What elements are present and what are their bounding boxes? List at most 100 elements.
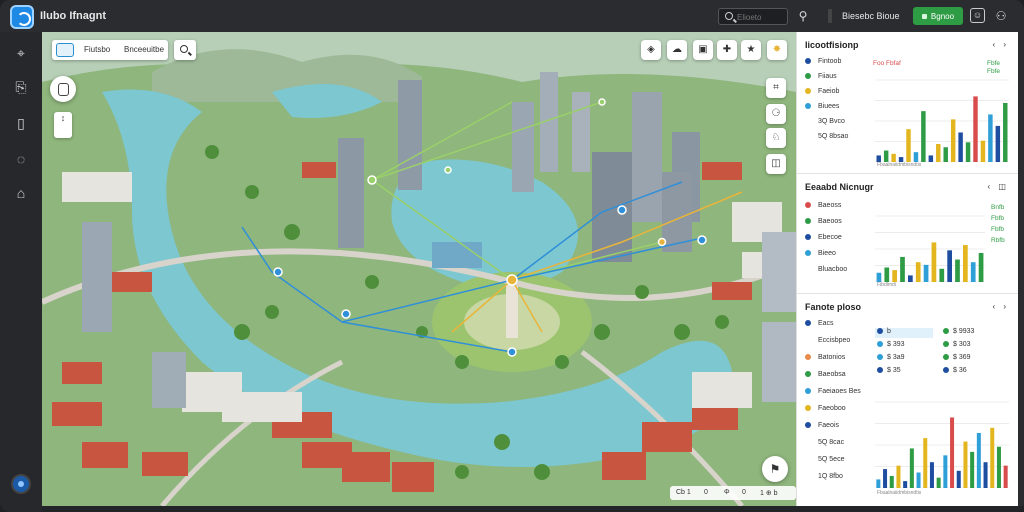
layers-icon[interactable]: ⌖ [12,44,30,62]
locate-button[interactable] [50,76,76,102]
section-3-controls[interactable]: ‹ › [992,302,1009,311]
bar[interactable] [909,448,914,488]
bar[interactable] [963,441,968,488]
toolbar-label-2[interactable]: Bnceeuitbe [124,45,164,54]
map-tool-plus-icon[interactable]: ✚ [717,40,737,60]
map-canvas[interactable] [42,32,796,506]
pawn-tool-icon[interactable]: ♘ [766,128,786,148]
bar[interactable] [884,267,890,282]
bar[interactable] [956,470,961,488]
legend-row[interactable]: 5Q 8cac [805,439,844,451]
chat-icon[interactable]: ◌ [12,150,30,168]
book-icon[interactable]: ▯ [12,114,30,132]
folder-icon[interactable]: ⌂ [12,184,30,202]
bar[interactable] [903,481,908,488]
bar[interactable] [921,111,926,162]
bar[interactable] [913,152,919,162]
bar[interactable] [943,147,948,162]
bar[interactable] [923,264,929,282]
legend-row[interactable]: Fintoob [805,58,841,70]
bar[interactable] [1003,102,1008,162]
bar[interactable] [995,125,1001,162]
bar[interactable] [963,245,968,282]
document-icon[interactable]: ⎘ [12,78,30,96]
legend-row[interactable]: Fiiaus [805,73,837,85]
legend-row[interactable]: Ebecoe [805,234,842,246]
bar[interactable] [965,142,971,162]
compass-icon[interactable]: ⚑ [762,456,788,482]
bar[interactable] [936,143,941,162]
legend-row[interactable]: Faeois [805,422,839,434]
legend-row[interactable]: Faeiob [805,88,839,100]
measure-tool-icon[interactable]: ⚆ [766,104,786,124]
map-tool-cloud-icon[interactable]: ☁ [667,40,687,60]
legend-row[interactable]: Batonios [805,354,845,366]
bar[interactable] [983,462,988,488]
bar[interactable] [958,132,963,162]
bar[interactable] [939,268,945,282]
bar[interactable] [990,427,995,488]
bar[interactable] [929,462,934,488]
bar[interactable] [955,259,960,282]
section-2-bar-chart[interactable] [875,212,985,282]
map-tool-star-icon[interactable]: ★ [741,40,761,60]
bar[interactable] [1003,465,1008,488]
legend-row[interactable]: Bluacboo [805,266,847,278]
map-tool-pin-icon[interactable]: ◈ [641,40,661,60]
bar[interactable] [988,114,993,162]
legend-row[interactable]: Eacs [805,320,834,332]
bar[interactable] [973,96,978,162]
section-2-controls[interactable]: ‹ ◫ [988,182,1009,191]
bar[interactable] [908,275,913,282]
bar[interactable] [950,417,955,488]
legend-row[interactable]: 1Q 8fbo [805,473,843,485]
grid-tool-icon[interactable]: ⌗ [766,78,786,98]
legend-row[interactable]: Faeoboo [805,405,846,417]
legend-row[interactable]: Bieeo [805,250,836,262]
bar[interactable] [950,119,956,162]
layers-button[interactable] [56,43,74,57]
favorite-icon[interactable]: ✸ [767,40,787,60]
section-3-bar-chart[interactable] [875,398,1009,488]
map-tool-square-icon[interactable]: ▣ [693,40,713,60]
search-box[interactable] [718,8,788,25]
bar[interactable] [891,153,896,162]
bar[interactable] [978,252,984,282]
map-view[interactable]: Fiutsbo Bnceeuitbe ↕ ◈ ☁ ▣ ✚ ★ ✸ ⌗ ⚆ ♘ ◫… [42,32,796,506]
bar[interactable] [883,469,888,488]
bar[interactable] [906,129,911,162]
legend-row[interactable]: Baeoos [805,218,842,230]
bar[interactable] [931,242,937,282]
legend-row[interactable]: Baeobsa [805,371,846,383]
search-input[interactable] [737,11,785,23]
zoom-control[interactable]: ↕ [54,112,72,138]
bar[interactable] [876,479,881,488]
bar[interactable] [943,455,948,488]
legend-row[interactable]: Eccisbpeo [805,337,850,349]
bar[interactable] [996,446,1001,488]
user-name[interactable]: Biesebc Bioue [842,11,900,21]
app-logo-icon[interactable] [10,5,34,29]
bar[interactable] [892,270,897,282]
zoom-icon[interactable]: ⚲ [796,9,810,23]
bar[interactable] [970,451,975,488]
bar[interactable] [889,475,894,488]
bar[interactable] [916,472,921,488]
map-search-button[interactable] [174,40,196,60]
bar[interactable] [970,262,976,282]
bar[interactable] [923,438,928,488]
bar[interactable] [928,155,934,162]
bar[interactable] [947,250,952,282]
bar[interactable] [876,272,882,282]
legend-row[interactable]: 3Q Bvco [805,118,845,130]
toolbar-label-1[interactable]: Fiutsbo [84,45,110,54]
legend-row[interactable]: 5Q 5ece [805,456,844,468]
bar[interactable] [980,140,986,162]
bar[interactable] [883,150,889,162]
status-indicator-icon[interactable] [11,474,31,494]
bar[interactable] [976,432,981,488]
bar[interactable] [896,465,901,488]
section-1-bar-chart[interactable] [875,76,1009,162]
section-1-controls[interactable]: ‹ › [992,40,1009,49]
legend-row[interactable]: 5Q 8bsao [805,133,848,145]
